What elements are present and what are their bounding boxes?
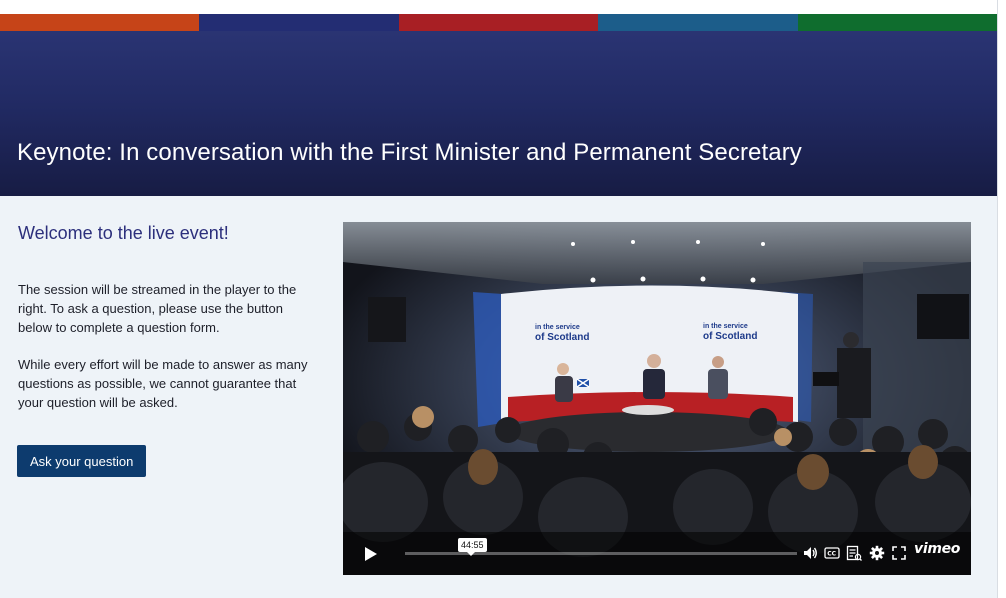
video-frame: in the service of Scotland in the servic… bbox=[343, 222, 971, 575]
brand-color-segment bbox=[598, 14, 798, 31]
page-title: Keynote: In conversation with the First … bbox=[17, 139, 802, 166]
play-icon[interactable] bbox=[359, 543, 381, 565]
page-scrollbar[interactable] bbox=[997, 0, 1006, 598]
vimeo-logo[interactable]: vimeo bbox=[914, 541, 960, 557]
stage-sign-left-line-2: of Scotland bbox=[535, 332, 589, 343]
brand-color-segment bbox=[0, 14, 200, 31]
stage-sign-right-line-1: in the service bbox=[703, 323, 748, 330]
player-controls: 44:55 CC vimeo bbox=[343, 533, 971, 575]
brand-color-segment bbox=[797, 14, 998, 31]
welcome-heading: Welcome to the live event! bbox=[18, 223, 229, 243]
fullscreen-icon[interactable] bbox=[891, 545, 907, 561]
volume-icon[interactable] bbox=[802, 545, 818, 561]
stream-info-text: The session will be streamed in the play… bbox=[18, 282, 297, 335]
closed-captions-icon[interactable]: CC bbox=[824, 545, 840, 561]
svg-text:CC: CC bbox=[827, 551, 836, 558]
disclaimer-text: While every effort will be made to answe… bbox=[18, 357, 308, 410]
progress-bar[interactable]: 44:55 bbox=[405, 538, 797, 556]
event-header: Keynote: In conversation with the First … bbox=[0, 31, 997, 196]
top-strip bbox=[0, 0, 997, 14]
transcript-icon[interactable] bbox=[846, 545, 862, 561]
brand-color-segment bbox=[398, 14, 599, 31]
ask-question-button[interactable]: Ask your question bbox=[17, 445, 147, 477]
stage-sign-left-line-1: in the service bbox=[535, 324, 580, 331]
brand-color-bar bbox=[0, 14, 998, 31]
video-player[interactable]: in the service of Scotland in the servic… bbox=[343, 222, 971, 575]
stage-sign-right-line-2: of Scotland bbox=[703, 331, 757, 342]
intro-panel: Welcome to the live event! The session w… bbox=[17, 222, 318, 477]
brand-color-segment bbox=[199, 14, 399, 31]
settings-icon[interactable] bbox=[869, 545, 885, 561]
time-tooltip: 44:55 bbox=[458, 538, 487, 556]
